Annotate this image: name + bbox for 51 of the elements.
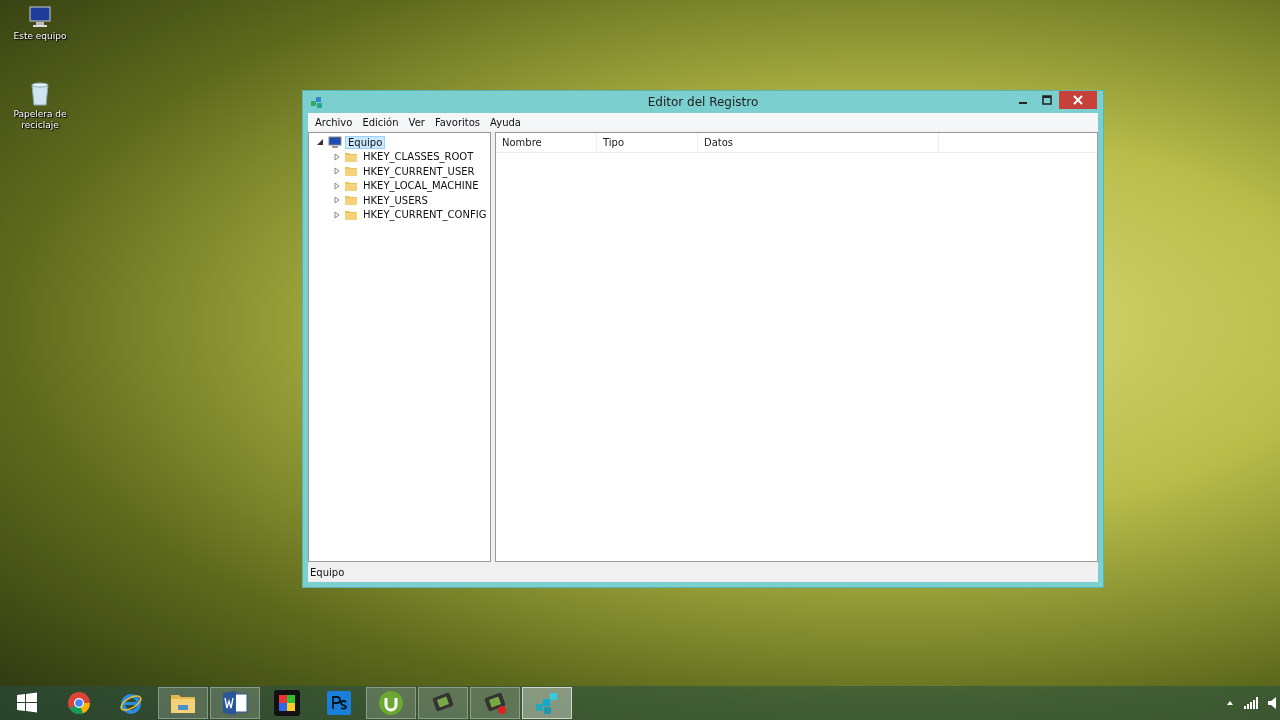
collapsed-arrow-icon[interactable] (333, 210, 341, 219)
tree-item[interactable]: HKEY_USERS (361, 194, 430, 206)
status-text: Equipo (310, 566, 345, 578)
tablet-record-icon (482, 691, 508, 715)
column-header[interactable]: Datos (698, 133, 939, 152)
computer-icon (327, 135, 343, 149)
window-title: Editor del Registro (646, 95, 760, 109)
folder-icon (344, 179, 358, 192)
menu-item[interactable]: Ver (403, 116, 430, 128)
taskbar-button[interactable] (210, 687, 260, 719)
column-header[interactable]: Nombre (496, 133, 597, 152)
menu-item[interactable]: Ayuda (485, 116, 526, 128)
recycle-bin-icon[interactable] (30, 82, 50, 106)
puzzle-icon (274, 690, 300, 716)
folder-icon (344, 150, 358, 163)
tree-item[interactable]: HKEY_LOCAL_MACHINE (361, 180, 481, 192)
desktop-icon-label[interactable]: Papelera de reciclaje (8, 109, 72, 131)
browser-e-icon (119, 691, 143, 715)
chrome-icon (67, 691, 91, 715)
collapsed-arrow-icon[interactable] (333, 167, 341, 176)
signal-icon[interactable] (1244, 697, 1258, 709)
folder-icon (344, 165, 358, 178)
menu-item[interactable]: Archivo (310, 116, 358, 128)
document-w-icon (222, 691, 248, 715)
maximize-icon (1042, 95, 1052, 105)
desktop-icon-label[interactable]: Este equipo (13, 31, 67, 42)
close-button[interactable] (1059, 91, 1097, 109)
show-hidden-icons-icon[interactable] (1226, 700, 1234, 706)
photoshop-icon (327, 691, 351, 715)
menu-item[interactable]: Edición (357, 116, 404, 128)
collapsed-arrow-icon[interactable] (333, 196, 341, 205)
collapsed-arrow-icon[interactable] (333, 152, 341, 161)
tree-item[interactable]: HKEY_CURRENT_USER (361, 165, 477, 177)
tree-item[interactable]: HKEY_CURRENT_CONFIG (361, 209, 489, 221)
registry-cubes-icon (534, 690, 560, 716)
folder-icon (344, 194, 358, 207)
folder-icon (170, 692, 196, 714)
tree-item[interactable]: Equipo (346, 136, 385, 148)
collapsed-arrow-icon[interactable] (333, 181, 341, 190)
folder-icon (344, 208, 358, 221)
column-header[interactable]: Tipo (597, 133, 698, 152)
minimize-icon (1019, 102, 1027, 104)
windows-logo-icon (16, 692, 38, 714)
close-icon (1073, 95, 1083, 105)
registry-app-icon (310, 95, 324, 109)
speaker-icon[interactable] (1268, 697, 1276, 709)
expanded-arrow-icon[interactable] (316, 138, 324, 147)
computer-icon[interactable] (27, 6, 53, 28)
menu-item[interactable]: Favoritos (429, 116, 486, 128)
tree-item[interactable]: HKEY_CLASSES_ROOT (361, 151, 476, 163)
torrent-icon (378, 690, 404, 716)
